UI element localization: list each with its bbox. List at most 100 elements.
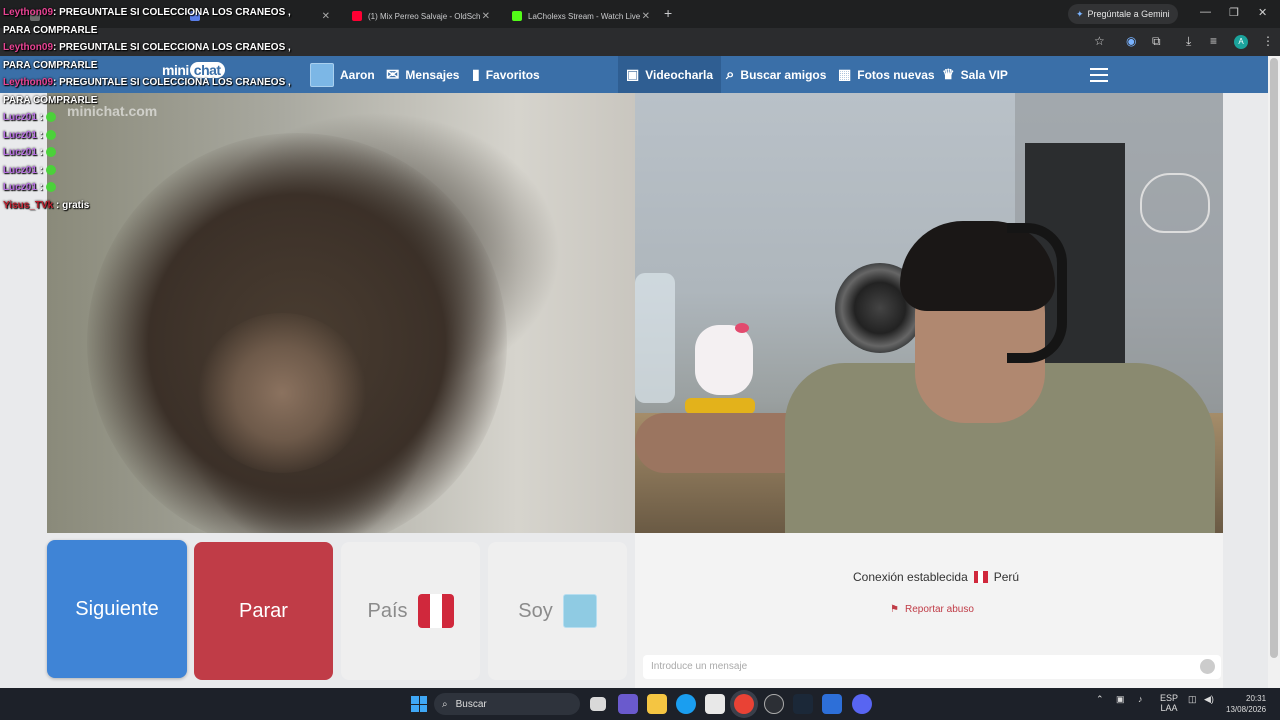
stream-chat-overlay: Leython09: PREGUNTALE SI COLECCIONA LOS … — [3, 4, 293, 214]
windows-taskbar — [0, 688, 1280, 720]
gemini-icon: ✦ — [1076, 8, 1084, 19]
emote-icon — [45, 182, 56, 193]
tray-app-icon[interactable]: ▣ — [1116, 694, 1125, 705]
stop-button[interactable]: Parar — [194, 542, 333, 680]
gemini-button[interactable]: ✦ Pregúntale a Gemini — [1068, 4, 1178, 24]
widgets-icon[interactable] — [618, 694, 638, 714]
chrome-icon[interactable] — [734, 694, 754, 714]
gender-button[interactable]: Soy — [488, 542, 627, 680]
scrollbar-thumb[interactable] — [1270, 58, 1278, 658]
taskbar-search-label: Buscar — [455, 698, 487, 710]
report-abuse-link[interactable]: ⚑ Reportar abuso — [890, 604, 974, 615]
message-input[interactable]: Introduce un mensaje — [643, 655, 1221, 679]
edge-icon[interactable] — [676, 694, 696, 714]
browser-tab-4[interactable]: LaCholexs Stream - Watch Live ✕ — [502, 4, 660, 28]
hamburger-menu-icon[interactable] — [1090, 68, 1108, 82]
chat-username: Lucz01 — [3, 182, 37, 193]
chat-username: Lucz01 — [3, 147, 37, 158]
clock-date: 13/08/2026 — [1226, 705, 1267, 714]
app-icon[interactable] — [822, 694, 842, 714]
tab-label: LaCholexs Stream - Watch Live — [528, 11, 641, 21]
emote-icon — [45, 129, 56, 140]
connection-country: Perú — [993, 570, 1020, 584]
cast-icon[interactable]: ◉ — [1126, 34, 1136, 48]
gender-button-label: Soy — [518, 599, 553, 622]
chat-username: Yisus_TVk — [3, 199, 54, 211]
next-button[interactable]: Siguiente — [47, 540, 187, 678]
discord-icon[interactable] — [852, 694, 872, 714]
menu-dots-icon[interactable]: ⋮ — [1262, 34, 1274, 48]
nav-messages-label: Mensajes — [405, 67, 460, 82]
tray-chevron-icon[interactable]: ⌃ — [1096, 694, 1104, 705]
task-view-icon[interactable] — [590, 697, 606, 711]
language-indicator[interactable]: ESP LAA — [1160, 693, 1178, 713]
connection-status: Conexión establecida Perú — [853, 570, 1019, 584]
system-clock[interactable]: 20:31 13/08/2026 — [1226, 693, 1266, 715]
app-icon[interactable] — [764, 694, 784, 714]
nav-find-friends[interactable]: ⌕ Buscar amigos — [726, 56, 826, 93]
stop-button-label: Parar — [239, 599, 288, 622]
media-icon[interactable]: ≡ — [1210, 34, 1217, 48]
country-button[interactable]: País — [341, 542, 480, 680]
gemini-label: Pregúntale a Gemini — [1087, 9, 1170, 19]
chat-text: : PREGUNTALE SI COLECCIONA LOS CRANEOS , — [53, 7, 291, 18]
chat-text: : gratis — [53, 199, 90, 211]
download-icon[interactable]: ⤓ — [1186, 34, 1191, 49]
chat-text-continued: PARA COMPRARLE — [3, 94, 98, 106]
chat-text: : PREGUNTALE SI COLECCIONA LOS CRANEOS , — [53, 42, 291, 53]
nav-videochat-label: Videocharla — [645, 67, 714, 82]
profile-avatar[interactable]: A — [1234, 35, 1248, 49]
windows-start-icon[interactable] — [411, 696, 427, 712]
chat-username: Leython09 — [3, 7, 54, 18]
emoji-icon[interactable] — [1200, 659, 1215, 674]
flag-icon: ⚑ — [890, 604, 899, 615]
new-tab-icon[interactable]: + — [664, 5, 672, 21]
taskbar-search[interactable]: ⌕ Buscar — [434, 693, 580, 715]
chat-message: Leython09: PREGUNTALE SI COLECCIONA LOS … — [3, 4, 293, 22]
nav-favorites-label: Favoritos — [485, 67, 540, 82]
chat-message: Leython09: PREGUNTALE SI COLECCIONA LOS … — [3, 39, 293, 57]
chat-message: Lucz01 : — [3, 127, 293, 145]
window-close-icon[interactable]: ✕ — [1258, 6, 1267, 19]
video-toy-car — [685, 398, 755, 414]
nav-messages[interactable]: ✉ Mensajes — [386, 56, 459, 93]
volume-icon[interactable]: ◀) — [1204, 694, 1214, 705]
nav-vip[interactable]: ♛ Sala VIP — [942, 56, 1008, 93]
chat-message: Lucz01 : — [3, 162, 293, 180]
emote-icon — [45, 164, 56, 175]
chat-message: Lucz01 : — [3, 144, 293, 162]
browser-tab-3[interactable]: (1) Mix Perreo Salvaje - OldSch ✕ — [342, 4, 500, 28]
nav-vip-label: Sala VIP — [960, 67, 1008, 82]
nav-profile-label: Aaron — [340, 67, 375, 82]
close-icon[interactable]: ✕ — [642, 11, 650, 22]
user-avatar-icon — [310, 62, 334, 87]
nav-videochat[interactable]: ▣ Videocharla — [618, 56, 722, 93]
nav-find-friends-label: Buscar amigos — [740, 67, 827, 82]
connection-status-text: Conexión establecida — [853, 570, 968, 584]
close-icon[interactable]: ✕ — [322, 11, 330, 22]
microphone-icon[interactable]: ♪ — [1138, 694, 1143, 704]
nav-new-photos[interactable]: ▦ Fotos nuevas — [838, 56, 935, 93]
minimize-icon[interactable]: — — [1200, 6, 1211, 18]
nav-profile[interactable]: Aaron — [310, 56, 375, 93]
file-explorer-icon[interactable] — [647, 694, 667, 714]
nav-new-photos-label: Fotos nuevas — [857, 67, 935, 82]
store-icon[interactable] — [705, 694, 725, 714]
network-icon[interactable]: ◫ — [1188, 694, 1197, 705]
chat-message: Lucz01 : — [3, 179, 293, 197]
video-figurine — [695, 325, 753, 395]
close-icon[interactable]: ✕ — [482, 11, 490, 22]
chat-text-continued: PARA COMPRARLE — [3, 59, 98, 71]
restore-icon[interactable]: ❐ — [1229, 6, 1239, 19]
chat-text: : — [36, 112, 44, 123]
next-button-label: Siguiente — [75, 597, 159, 620]
self-video — [635, 93, 1223, 533]
star-icon[interactable]: ☆ — [1094, 34, 1105, 48]
emote-icon — [45, 147, 56, 158]
peru-flag-icon — [417, 594, 454, 628]
steam-icon[interactable] — [793, 694, 813, 714]
nav-favorites[interactable]: ▮ Favoritos — [472, 56, 540, 93]
extensions-icon[interactable]: ⧉ — [1152, 34, 1161, 49]
chat-username: Leython09 — [3, 77, 54, 88]
bookmark-icon: ▮ — [472, 66, 480, 82]
